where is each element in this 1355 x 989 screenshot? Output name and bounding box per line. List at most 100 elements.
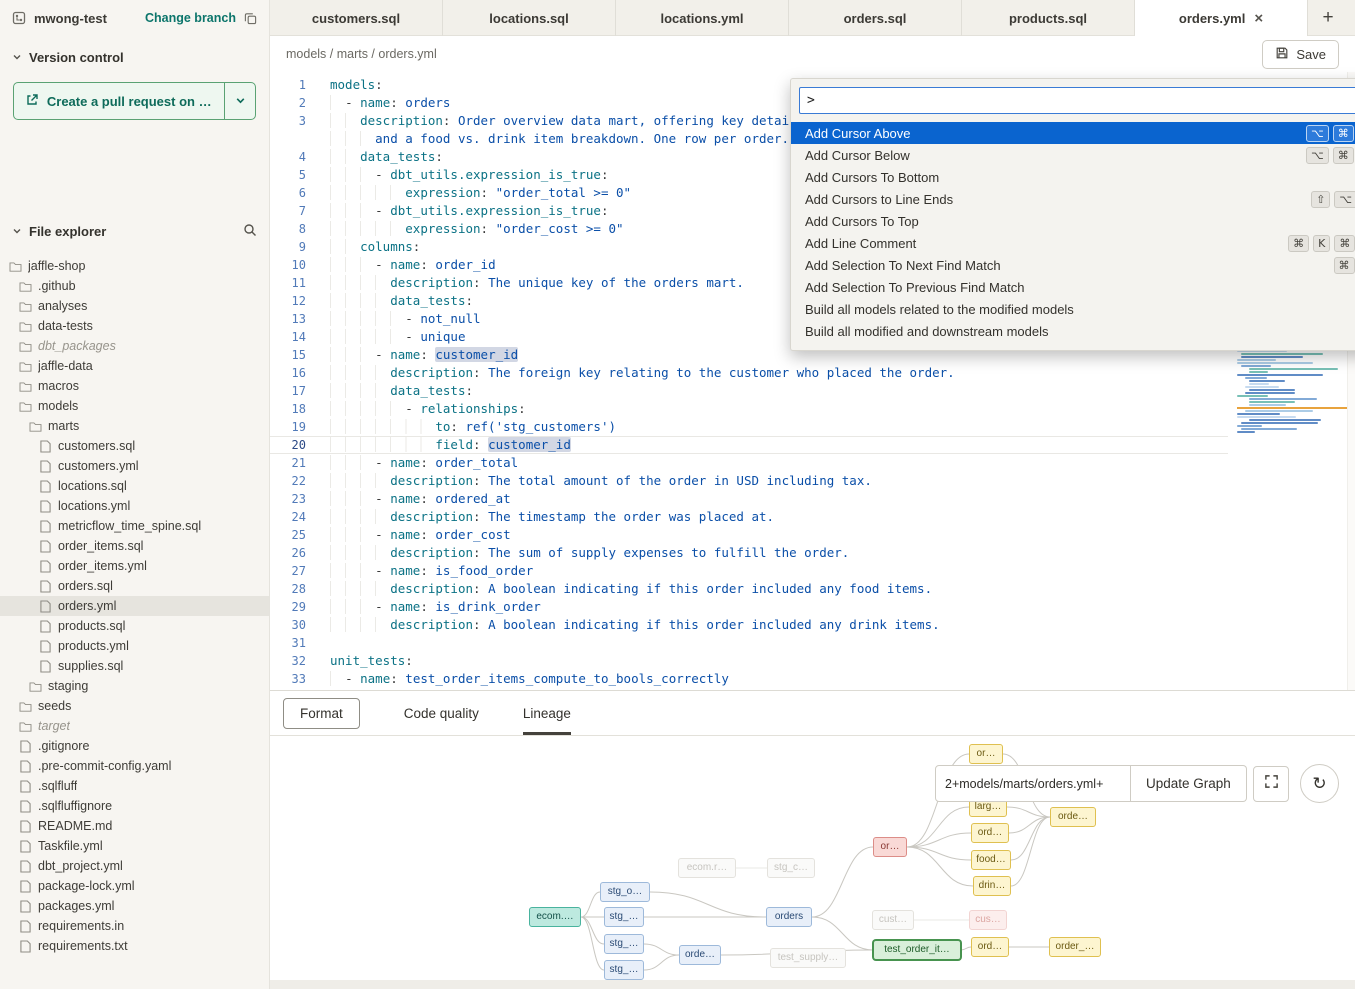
version-control-header[interactable]: Version control bbox=[12, 50, 257, 65]
lineage-node-ecom-[interactable]: ecom.… bbox=[529, 907, 581, 927]
lineage-node-cust-[interactable]: cust… bbox=[872, 910, 914, 930]
lineage-node-cus-[interactable]: cus… bbox=[969, 910, 1007, 930]
code-line[interactable]: 26 description: The sum of supply expens… bbox=[270, 544, 1228, 562]
lineage-node-stg-[interactable]: stg_… bbox=[604, 960, 644, 980]
palette-item[interactable]: Add Selection To Next Find Match⌘D bbox=[791, 254, 1355, 276]
save-button[interactable]: Save bbox=[1262, 40, 1339, 69]
tree-item-orders.yml[interactable]: orders.yml bbox=[0, 596, 269, 616]
lineage-node-or-[interactable]: or… bbox=[969, 744, 1003, 764]
copy-icon[interactable] bbox=[244, 12, 257, 25]
palette-item[interactable]: Build all modified and downstream models bbox=[791, 320, 1355, 342]
update-graph-button[interactable]: Update Graph bbox=[1131, 765, 1247, 802]
palette-item[interactable]: Add Cursors To Bottom bbox=[791, 166, 1355, 188]
tree-item-marts[interactable]: marts bbox=[0, 416, 269, 436]
palette-item[interactable]: Build all models related to the modified… bbox=[791, 298, 1355, 320]
tree-item-target[interactable]: target bbox=[0, 716, 269, 736]
palette-item[interactable]: Add Cursor Above⌥⌘↑ bbox=[791, 122, 1355, 144]
create-pr-main[interactable]: Create a pull request on Git... bbox=[14, 83, 224, 119]
code-line[interactable]: 21 - name: order_total bbox=[270, 454, 1228, 472]
tree-item-staging[interactable]: staging bbox=[0, 676, 269, 696]
lineage-canvas[interactable]: Update Graph ↻ ecom.…stg_o…stg_…stg_…stg… bbox=[270, 737, 1355, 980]
lineage-node-or-[interactable]: or… bbox=[873, 837, 907, 857]
tree-item-analyses[interactable]: analyses bbox=[0, 296, 269, 316]
tree-item-order_items.yml[interactable]: order_items.yml bbox=[0, 556, 269, 576]
tree-item-orders.sql[interactable]: orders.sql bbox=[0, 576, 269, 596]
tree-item-dbt_project.yml[interactable]: dbt_project.yml bbox=[0, 856, 269, 876]
palette-item[interactable]: Add Line Comment⌘K⌘C bbox=[791, 232, 1355, 254]
new-tab-button[interactable]: + bbox=[1308, 0, 1348, 35]
tree-item-.gitignore[interactable]: .gitignore bbox=[0, 736, 269, 756]
tree-item-.pre-commit-config.yaml[interactable]: .pre-commit-config.yaml bbox=[0, 756, 269, 776]
lineage-node-order-[interactable]: order_… bbox=[1049, 937, 1101, 957]
lineage-node-orde-[interactable]: orde… bbox=[679, 945, 721, 965]
code-line[interactable]: 18 - relationships: bbox=[270, 400, 1228, 418]
tree-item-seeds[interactable]: seeds bbox=[0, 696, 269, 716]
file-explorer-header[interactable]: File explorer bbox=[12, 223, 257, 240]
code-line[interactable]: 31 bbox=[270, 634, 1228, 652]
palette-item[interactable]: Add Cursors To Top bbox=[791, 210, 1355, 232]
tree-item-supplies.sql[interactable]: supplies.sql bbox=[0, 656, 269, 676]
tab-locations.sql[interactable]: locations.sql bbox=[443, 0, 616, 36]
code-line[interactable]: 32unit_tests: bbox=[270, 652, 1228, 670]
lineage-node-drin-[interactable]: drin… bbox=[973, 876, 1011, 896]
tree-item-requirements.in[interactable]: requirements.in bbox=[0, 916, 269, 936]
code-line[interactable]: 28 description: A boolean indicating if … bbox=[270, 580, 1228, 598]
code-line[interactable]: 20 field: customer_id bbox=[270, 436, 1228, 454]
tree-item-.sqlfluffignore[interactable]: .sqlfluffignore bbox=[0, 796, 269, 816]
tree-item-.sqlfluff[interactable]: .sqlfluff bbox=[0, 776, 269, 796]
lineage-node-ecom-r-[interactable]: ecom.r… bbox=[678, 858, 736, 878]
tab-customers.sql[interactable]: customers.sql bbox=[270, 0, 443, 36]
lineage-node-ord-[interactable]: ord… bbox=[971, 937, 1009, 957]
tree-item-package-lock.yml[interactable]: package-lock.yml bbox=[0, 876, 269, 896]
lineage-node-ord-[interactable]: ord… bbox=[971, 823, 1009, 843]
tree-item-order_items.sql[interactable]: order_items.sql bbox=[0, 536, 269, 556]
code-line[interactable]: 29 - name: is_drink_order bbox=[270, 598, 1228, 616]
code-line[interactable]: 24 description: The timestamp the order … bbox=[270, 508, 1228, 526]
tree-item-packages.yml[interactable]: packages.yml bbox=[0, 896, 269, 916]
code-line[interactable]: 16 description: The foreign key relating… bbox=[270, 364, 1228, 382]
tab-orders.yml[interactable]: orders.yml× bbox=[1135, 0, 1308, 36]
lineage-node-orde-[interactable]: orde… bbox=[1050, 807, 1096, 827]
tree-item-products.sql[interactable]: products.sql bbox=[0, 616, 269, 636]
tab-locations.yml[interactable]: locations.yml bbox=[616, 0, 789, 36]
tree-item-customers.sql[interactable]: customers.sql bbox=[0, 436, 269, 456]
refresh-button[interactable]: ↻ bbox=[1300, 764, 1339, 803]
lineage-node-stg-[interactable]: stg_… bbox=[604, 907, 644, 927]
code-line[interactable]: 22 description: The total amount of the … bbox=[270, 472, 1228, 490]
lineage-node-stg-o-[interactable]: stg_o… bbox=[600, 882, 650, 902]
create-pr-button[interactable]: Create a pull request on Git... bbox=[13, 82, 256, 120]
palette-item[interactable]: Add Cursor Below⌥⌘↓ bbox=[791, 144, 1355, 166]
tree-item-macros[interactable]: macros bbox=[0, 376, 269, 396]
tree-item-locations.yml[interactable]: locations.yml bbox=[0, 496, 269, 516]
code-line[interactable]: 19 to: ref('stg_customers') bbox=[270, 418, 1228, 436]
code-line[interactable]: 23 - name: ordered_at bbox=[270, 490, 1228, 508]
palette-item[interactable]: Add Selection To Previous Find Match bbox=[791, 276, 1355, 298]
fullscreen-button[interactable] bbox=[1253, 766, 1289, 802]
close-icon[interactable]: × bbox=[1254, 11, 1263, 26]
tree-item-dbt_packages[interactable]: dbt_packages bbox=[0, 336, 269, 356]
tree-item-metricflow_time_spine.sql[interactable]: metricflow_time_spine.sql bbox=[0, 516, 269, 536]
format-button[interactable]: Format bbox=[283, 698, 360, 729]
tree-item-requirements.txt[interactable]: requirements.txt bbox=[0, 936, 269, 956]
search-icon[interactable] bbox=[243, 223, 257, 240]
lineage-node-test-supply-[interactable]: test_supply… bbox=[770, 948, 846, 968]
code-line[interactable]: 25 - name: order_cost bbox=[270, 526, 1228, 544]
lineage-node-orders[interactable]: orders bbox=[766, 907, 812, 927]
tab-products.sql[interactable]: products.sql bbox=[962, 0, 1135, 36]
lineage-selector-input[interactable] bbox=[935, 765, 1131, 802]
tree-item-models[interactable]: models bbox=[0, 396, 269, 416]
lineage-node-stg-[interactable]: stg_… bbox=[604, 934, 644, 954]
code-line[interactable]: 33 - name: test_order_items_compute_to_b… bbox=[270, 670, 1228, 688]
tree-item-jaffle-data[interactable]: jaffle-data bbox=[0, 356, 269, 376]
create-pr-dropdown[interactable] bbox=[224, 83, 255, 119]
code-line[interactable]: 27 - name: is_food_order bbox=[270, 562, 1228, 580]
tree-item-locations.sql[interactable]: locations.sql bbox=[0, 476, 269, 496]
code-line[interactable]: 30 description: A boolean indicating if … bbox=[270, 616, 1228, 634]
tab-orders.sql[interactable]: orders.sql bbox=[789, 0, 962, 36]
tree-item-Taskfile.yml[interactable]: Taskfile.yml bbox=[0, 836, 269, 856]
change-branch-link[interactable]: Change branch bbox=[145, 11, 236, 25]
lineage-node-food-[interactable]: food… bbox=[971, 850, 1011, 870]
panel-tab-code-quality[interactable]: Code quality bbox=[404, 691, 479, 735]
tree-item-.github[interactable]: .github bbox=[0, 276, 269, 296]
palette-item[interactable]: Add Cursors to Line Ends⇧⌥I bbox=[791, 188, 1355, 210]
